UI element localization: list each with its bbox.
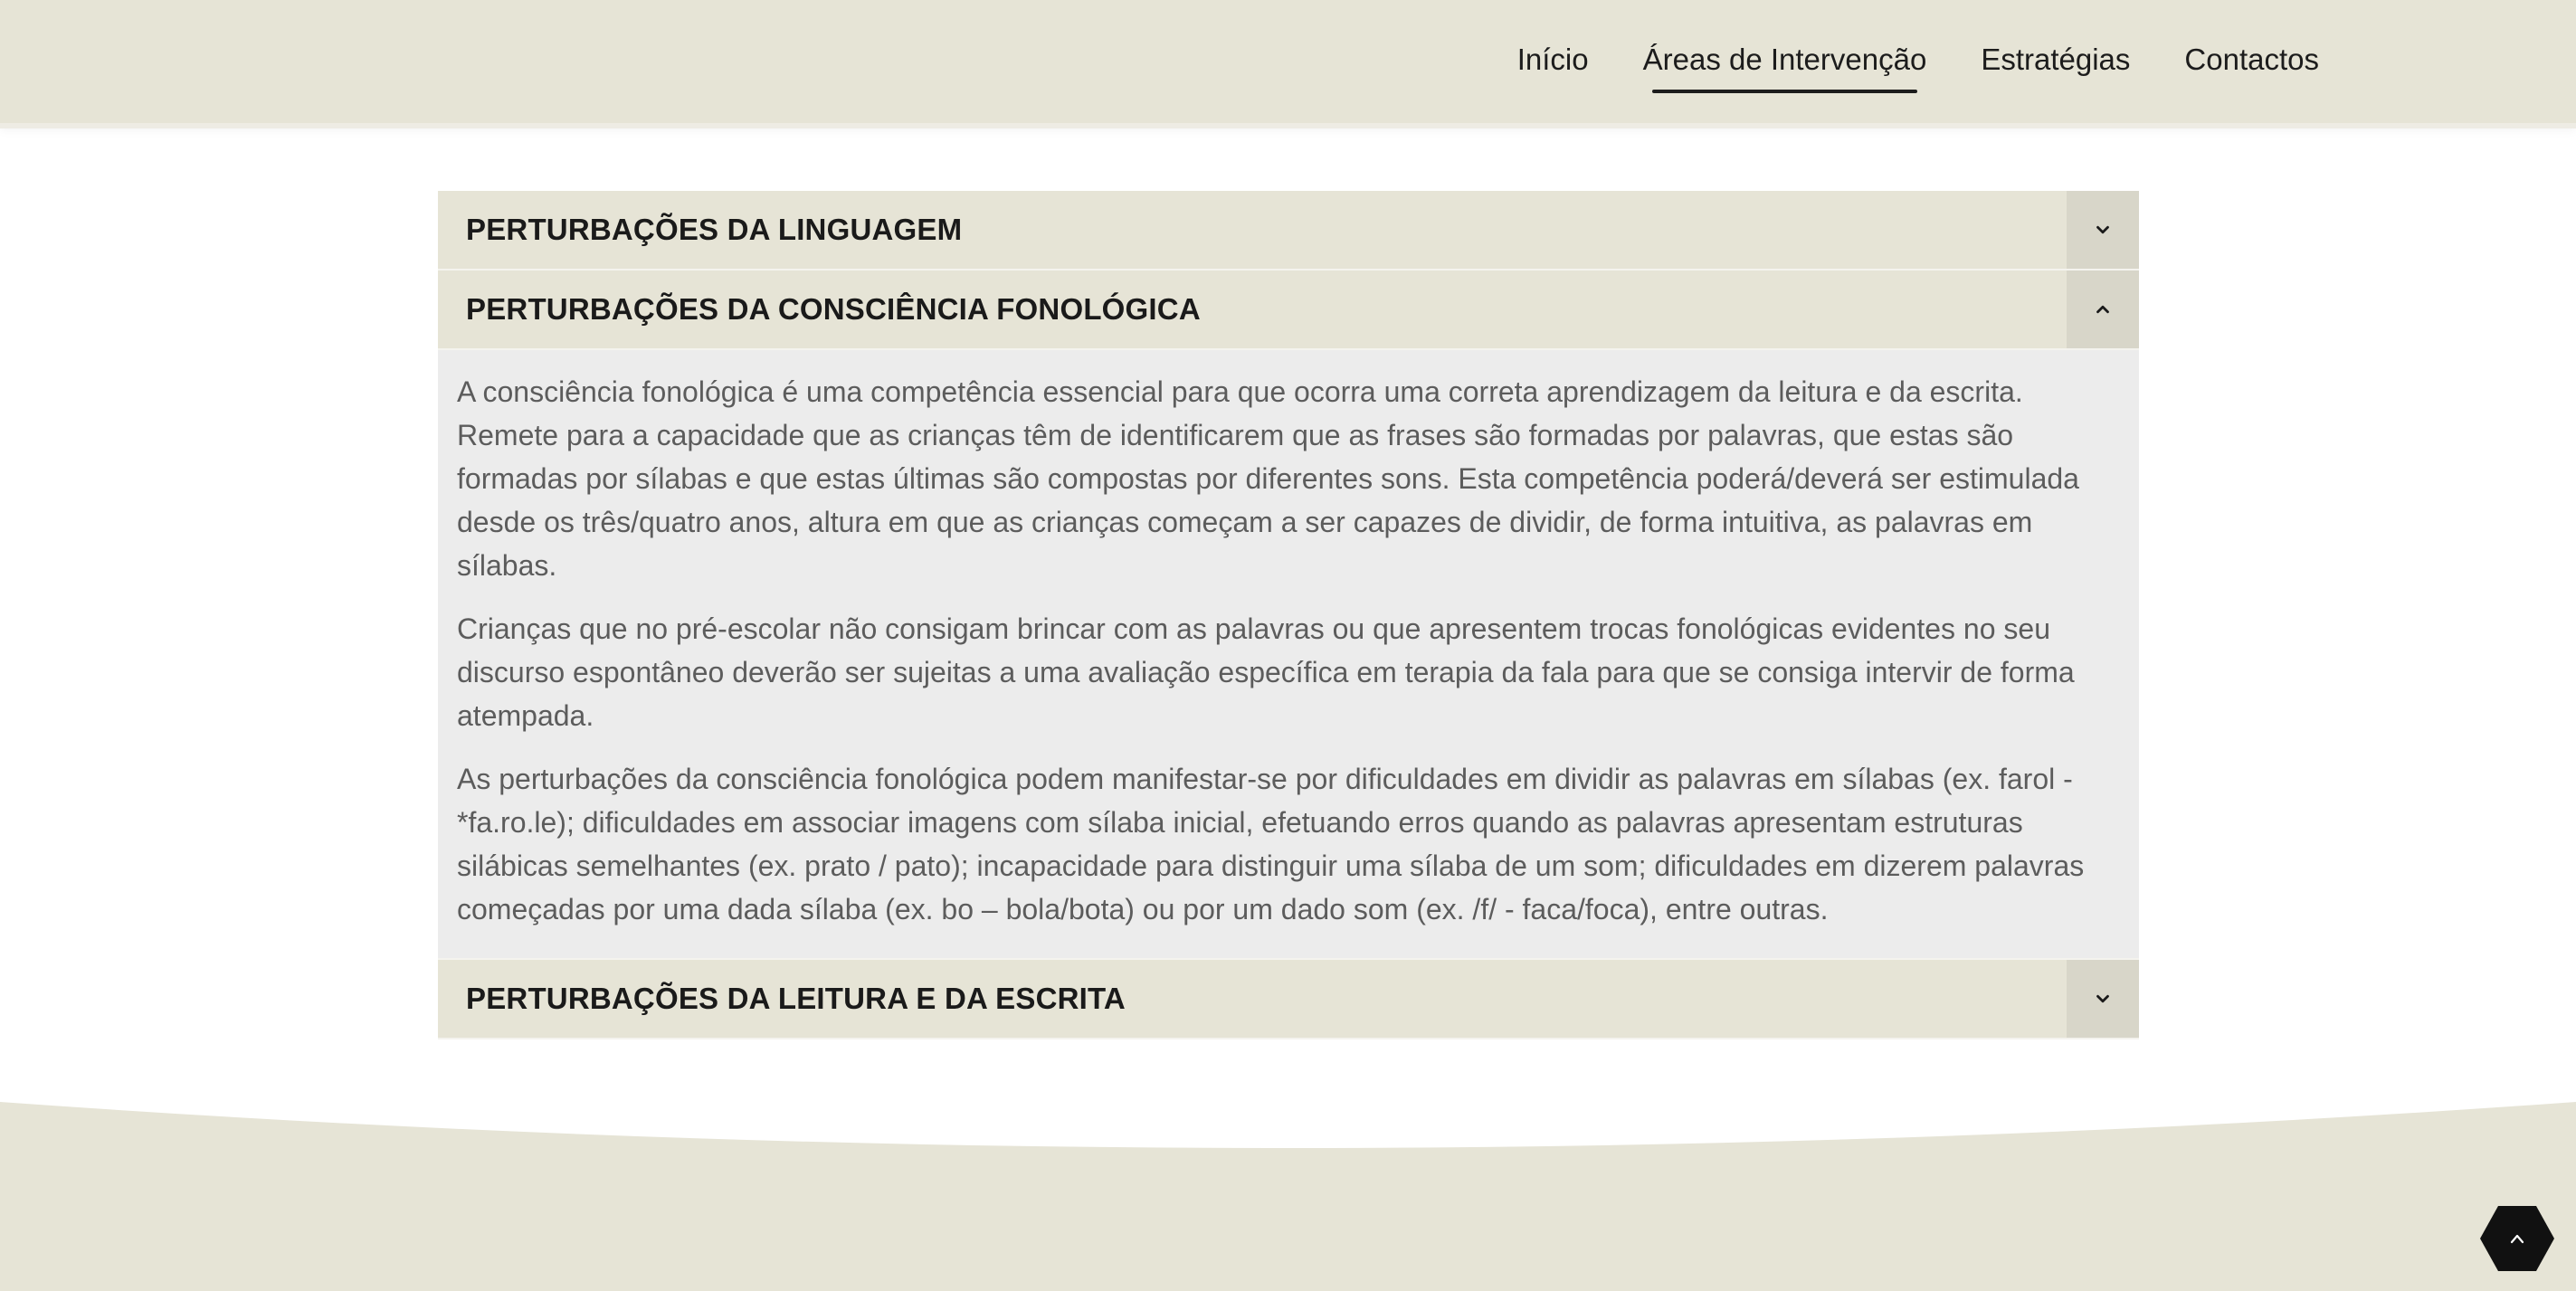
chevron-up-icon xyxy=(2096,305,2109,314)
hexagon-shape xyxy=(2480,1206,2554,1271)
panel-paragraph: As perturbações da consciência fonológic… xyxy=(457,763,2085,926)
panel-paragraph: Crianças que no pré-escolar não consigam… xyxy=(457,612,2075,732)
accordion-header-leitura-escrita[interactable]: PERTURBAÇÕES DA LEITURA E DA ESCRITA xyxy=(438,960,2139,1039)
nav-item-contactos[interactable]: Contactos xyxy=(2184,43,2319,81)
accordion-header-consciencia-fonologica[interactable]: PERTURBAÇÕES DA CONSCIÊNCIA FONOLÓGICA xyxy=(438,271,2139,350)
accordion: PERTURBAÇÕES DA LINGUAGEM PERTURBAÇÕES D… xyxy=(438,191,2139,1039)
accordion-header-linguagem[interactable]: PERTURBAÇÕES DA LINGUAGEM xyxy=(438,191,2139,271)
nav-item-estrategias[interactable]: Estratégias xyxy=(1981,43,2130,81)
accordion-toggle-button[interactable] xyxy=(2067,191,2139,269)
site-header: Início Áreas de Intervenção Estratégias … xyxy=(0,0,2576,123)
accordion-title: PERTURBAÇÕES DA CONSCIÊNCIA FONOLÓGICA xyxy=(466,292,1201,326)
accordion-title: PERTURBAÇÕES DA LINGUAGEM xyxy=(466,213,963,246)
footer-wave xyxy=(0,1102,2576,1291)
panel-paragraph: A consciência fonológica é uma competênc… xyxy=(457,375,2079,582)
accordion-panel-consciencia-fonologica: A consciência fonológica é uma competênc… xyxy=(438,350,2139,960)
accordion-toggle-button[interactable] xyxy=(2067,271,2139,348)
nav-item-areas-de-intervencao[interactable]: Áreas de Intervenção xyxy=(1643,43,1926,93)
chevron-down-icon xyxy=(2096,225,2109,234)
accordion-toggle-button[interactable] xyxy=(2067,960,2139,1038)
back-to-top-button[interactable] xyxy=(2480,1206,2554,1271)
chevron-down-icon xyxy=(2096,994,2109,1003)
nav-item-inicio[interactable]: Início xyxy=(1517,43,1589,81)
main-nav: Início Áreas de Intervenção Estratégias … xyxy=(1517,0,2319,123)
accordion-title: PERTURBAÇÕES DA LEITURA E DA ESCRITA xyxy=(466,982,1126,1015)
